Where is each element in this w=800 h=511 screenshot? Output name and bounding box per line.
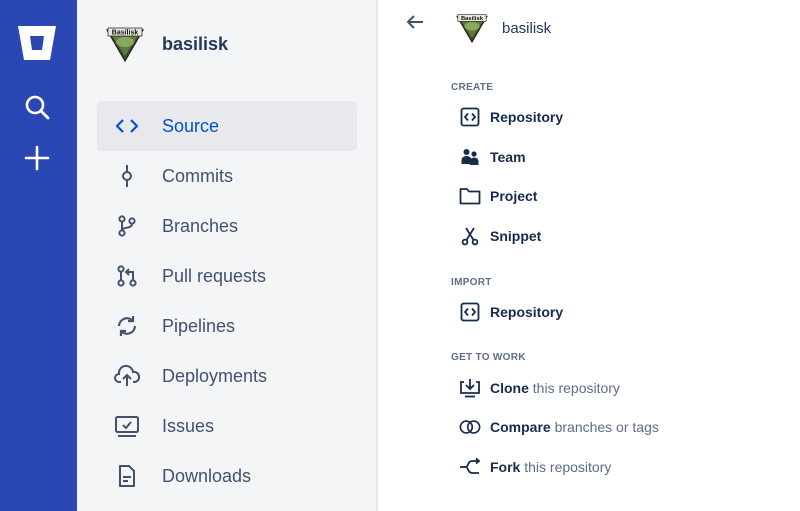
menu-item-label: Project — [490, 188, 538, 204]
global-nav-rail — [0, 0, 77, 511]
nav-item-label: Deployments — [162, 365, 268, 386]
avatar-lettering: Basilisk — [461, 16, 484, 22]
menu-item-description: this repository — [524, 459, 612, 475]
nav-item-label: Branches — [162, 215, 239, 236]
team-icon — [459, 146, 481, 168]
menu-item-description: branches or tags — [554, 419, 659, 435]
branch-icon — [114, 213, 140, 239]
section-title-create: CREATE — [451, 82, 494, 93]
import-repository-item[interactable]: Repository — [459, 300, 563, 324]
repository-icon — [459, 301, 481, 323]
repository-sidebar: Basilisk basilisk Source Commits Branche… — [77, 0, 376, 511]
plus-icon[interactable] — [22, 143, 52, 173]
menu-item-label: Repository — [490, 109, 564, 125]
menu-item-label: Compare — [490, 419, 551, 435]
code-icon — [114, 113, 140, 139]
menu-item-description: this repository — [532, 380, 620, 396]
clone-icon — [459, 377, 481, 399]
pull-request-icon — [114, 263, 140, 289]
repo-name: basilisk — [162, 33, 229, 54]
fork-repository-item[interactable]: Fork this repository — [459, 455, 611, 479]
menu-item-label: Repository — [490, 304, 564, 320]
repo-header[interactable]: Basilisk basilisk — [105, 26, 228, 62]
avatar-lettering: Basilisk — [112, 30, 139, 37]
cloud-upload-icon — [114, 363, 140, 389]
nav-item-label: Commits — [162, 165, 233, 186]
nav-item-source[interactable]: Source — [97, 101, 357, 151]
document-icon — [114, 463, 140, 489]
create-snippet-item[interactable]: Snippet — [459, 224, 541, 248]
menu-item-label: Team — [490, 149, 526, 165]
pipelines-icon — [114, 313, 140, 339]
menu-item-label: Fork — [490, 459, 521, 475]
nav-item-label: Source — [162, 115, 220, 136]
nav-item-label: Pipelines — [162, 315, 236, 336]
bitbucket-logo[interactable] — [17, 24, 57, 62]
repo-avatar: Basilisk — [105, 27, 145, 62]
create-panel: Basilisk basilisk CREATE Repository Team… — [378, 0, 800, 511]
create-team-item[interactable]: Team — [459, 145, 526, 169]
repository-icon — [459, 106, 481, 128]
panel-repo-name: basilisk — [502, 19, 552, 37]
nav-item-commits[interactable]: Commits — [97, 151, 357, 201]
menu-item-label: Clone — [490, 380, 529, 396]
nav-item-label: Issues — [162, 415, 215, 436]
nav-item-label: Pull requests — [162, 265, 267, 286]
commit-icon — [114, 163, 140, 189]
search-icon[interactable] — [22, 92, 52, 122]
nav-item-pipelines[interactable]: Pipelines — [97, 301, 357, 351]
compare-icon — [459, 416, 481, 438]
create-repository-item[interactable]: Repository — [459, 105, 563, 129]
nav-item-issues[interactable]: Issues — [97, 401, 357, 451]
nav-item-deployments[interactable]: Deployments — [97, 351, 357, 401]
nav-item-branches[interactable]: Branches — [97, 201, 357, 251]
compare-branches-item[interactable]: Compare branches or tags — [459, 415, 659, 439]
section-title-import: IMPORT — [451, 277, 492, 288]
snippet-icon — [459, 225, 481, 247]
issues-icon — [114, 413, 140, 439]
repo-avatar: Basilisk — [456, 14, 488, 43]
create-project-item[interactable]: Project — [459, 184, 537, 208]
panel-repo-header[interactable]: Basilisk basilisk — [454, 13, 551, 43]
nav-item-pull-requests[interactable]: Pull requests — [97, 251, 357, 301]
arrow-left-icon[interactable] — [404, 12, 426, 32]
nav-item-label: Downloads — [162, 465, 252, 486]
folder-icon — [459, 185, 481, 207]
clone-repository-item[interactable]: Clone this repository — [459, 376, 620, 400]
section-title-get-to-work: GET TO WORK — [451, 352, 526, 363]
menu-item-label: Snippet — [490, 228, 542, 244]
repo-nav: Source Commits Branches Pull requests Pi… — [97, 101, 357, 501]
nav-item-downloads[interactable]: Downloads — [97, 451, 357, 501]
fork-icon — [459, 456, 481, 478]
